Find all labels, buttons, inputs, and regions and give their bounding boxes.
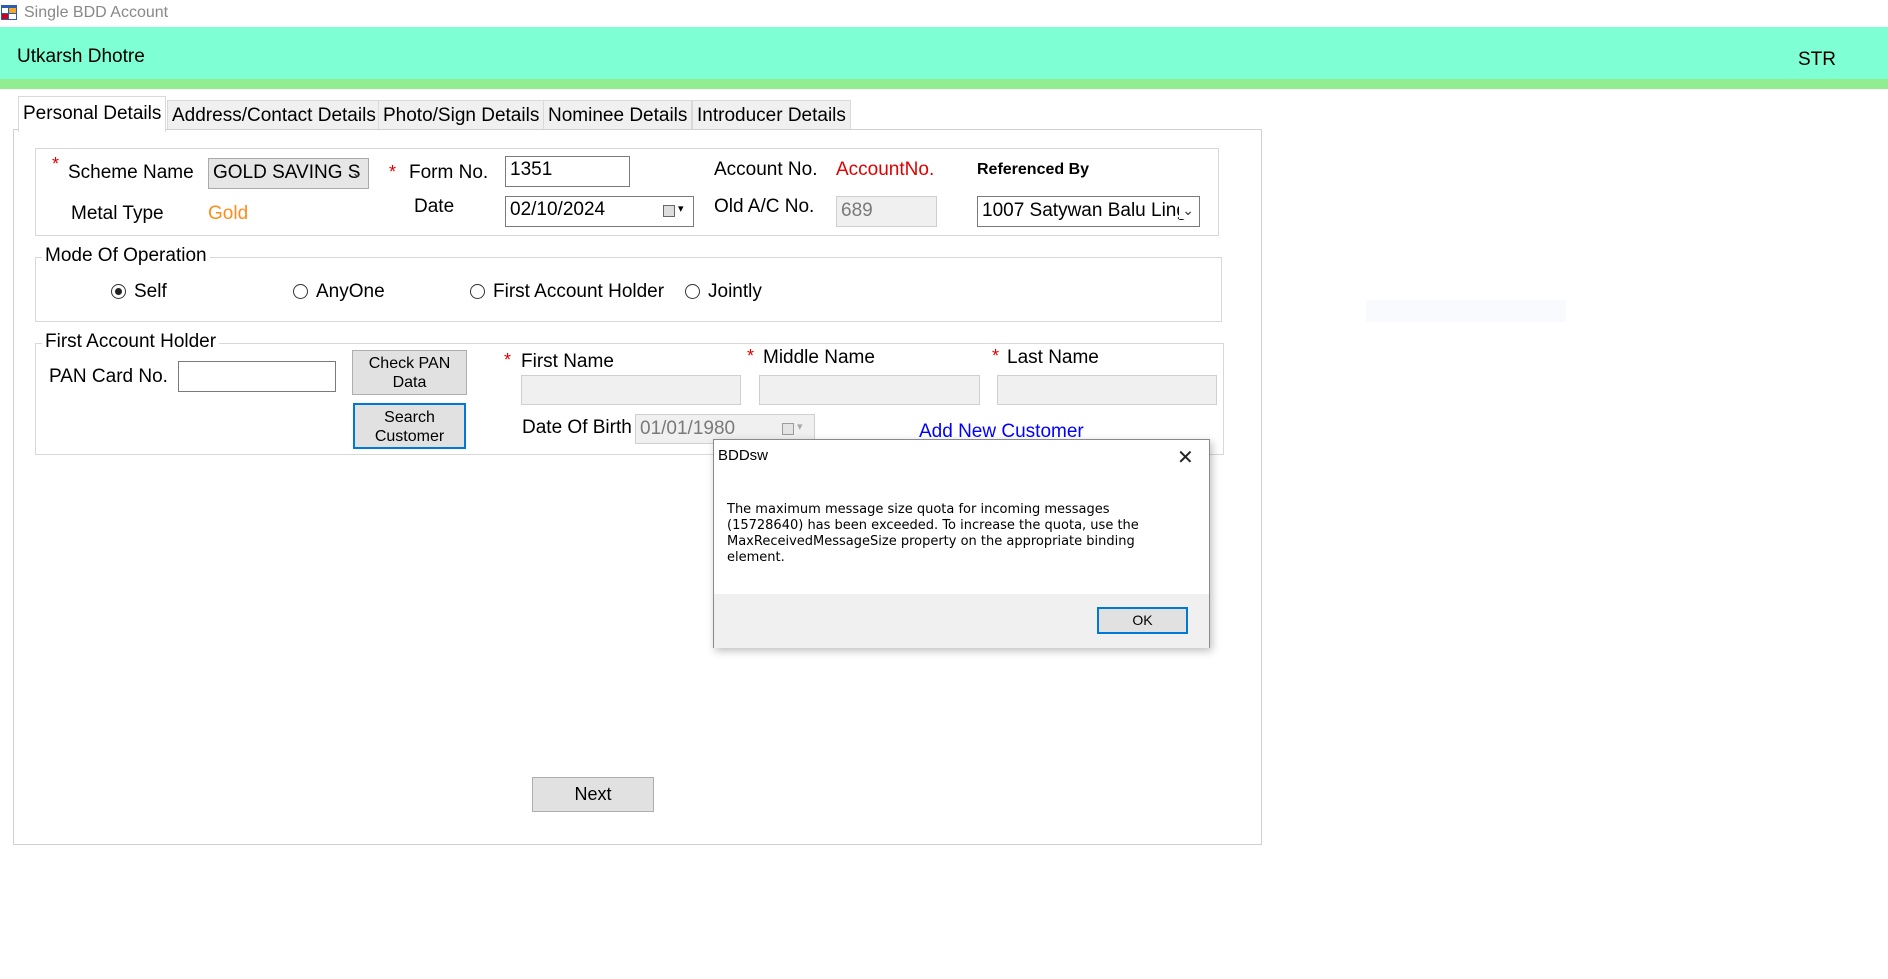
dialog-title: BDDsw	[718, 447, 769, 464]
close-icon[interactable]: ✕	[1177, 445, 1194, 470]
date-value: 02/10/2024	[510, 199, 606, 220]
old-ac-no-label: Old A/C No.	[714, 196, 815, 217]
referenced-by-value: 1007 Satywan Balu Ling	[982, 200, 1187, 221]
header-strip	[0, 79, 1888, 89]
user-name: Utkarsh Dhotre	[17, 46, 145, 67]
radio-anyone-label[interactable]: AnyOne	[316, 281, 385, 303]
radio-self[interactable]	[111, 284, 126, 299]
chevron-down-icon: ⌄	[351, 164, 363, 180]
form-no-input[interactable]: 1351	[505, 156, 630, 187]
calendar-icon	[782, 423, 794, 435]
radio-anyone[interactable]	[293, 284, 308, 299]
required-mark: *	[504, 350, 512, 370]
metal-type-label: Metal Type	[71, 203, 164, 224]
required-mark: *	[992, 346, 1000, 366]
window-title-bar	[0, 0, 1888, 27]
dialog-message: The maximum message size quota for incom…	[727, 502, 1139, 565]
tab-nominee-details[interactable]: Nominee Details	[543, 100, 693, 130]
dialog-ok-button[interactable]: OK	[1097, 607, 1188, 634]
next-button[interactable]: Next	[532, 777, 654, 812]
check-pan-data-button[interactable]: Check PAN Data	[352, 350, 467, 395]
calendar-icon[interactable]	[663, 205, 675, 217]
radio-jointly-label[interactable]: Jointly	[708, 281, 762, 303]
required-mark: *	[52, 154, 60, 174]
account-no-label: Account No.	[714, 159, 818, 180]
tab-photo-sign-details[interactable]: Photo/Sign Details	[378, 100, 545, 130]
scheme-name-label: Scheme Name	[68, 162, 194, 183]
scheme-name-dropdown[interactable]: GOLD SAVING S ⌄	[208, 158, 369, 189]
pan-card-input[interactable]	[178, 361, 336, 392]
scheme-name-value: GOLD SAVING S	[213, 162, 361, 183]
message-dialog: BDDsw ✕ The maximum message size quota f…	[713, 439, 1210, 648]
required-mark: *	[389, 162, 397, 182]
last-name-label: Last Name	[1007, 347, 1099, 368]
middle-name-label: Middle Name	[763, 347, 875, 368]
middle-name-input	[759, 375, 980, 405]
tab-address-contact-details[interactable]: Address/Contact Details	[167, 100, 381, 130]
form-no-label: Form No.	[409, 162, 489, 183]
first-account-holder-legend: First Account Holder	[42, 331, 220, 353]
mode-of-operation-legend: Mode Of Operation	[42, 245, 210, 267]
chevron-down-icon: ▾	[678, 203, 684, 215]
date-of-birth-label: Date Of Birth	[522, 417, 632, 438]
first-name-input	[521, 375, 741, 405]
radio-first-account-holder-label[interactable]: First Account Holder	[493, 281, 664, 303]
first-name-label: First Name	[521, 351, 614, 372]
header-bar	[0, 27, 1888, 79]
chevron-down-icon: ▾	[797, 421, 803, 433]
radio-first-account-holder[interactable]	[470, 284, 485, 299]
account-no-value: AccountNo.	[836, 159, 935, 180]
search-customer-button[interactable]: Search Customer	[353, 403, 466, 449]
referenced-by-dropdown[interactable]: 1007 Satywan Balu Ling ⌄	[977, 196, 1200, 227]
tab-personal-details[interactable]: Personal Details	[18, 96, 167, 132]
old-ac-no-input: 689	[836, 196, 937, 227]
last-name-input	[997, 375, 1217, 405]
window-title: Single BDD Account	[24, 4, 169, 21]
chevron-down-icon: ⌄	[1179, 202, 1194, 219]
referenced-by-label: Referenced By	[977, 161, 1090, 178]
faded-background-element	[1366, 300, 1566, 322]
required-mark: *	[747, 346, 755, 366]
date-of-birth-value: 01/01/1980	[640, 418, 736, 439]
app-window-icon	[1, 5, 17, 20]
pan-card-label: PAN Card No.	[49, 366, 168, 387]
date-picker[interactable]: 02/10/2024 ▾	[505, 196, 694, 227]
date-label: Date	[414, 196, 455, 217]
radio-jointly[interactable]	[685, 284, 700, 299]
metal-type-value: Gold	[208, 203, 249, 224]
role-label: STR	[1798, 49, 1836, 70]
tab-introducer-details[interactable]: Introducer Details	[692, 100, 851, 130]
radio-self-label[interactable]: Self	[134, 281, 167, 303]
